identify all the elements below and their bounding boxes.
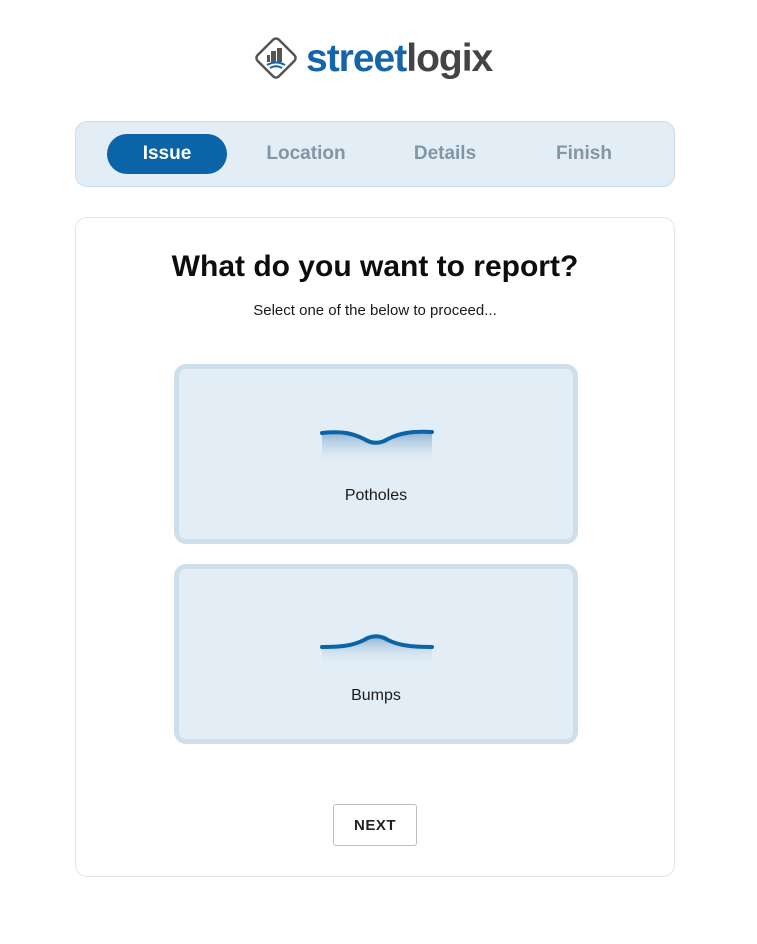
logo-wordmark: streetlogix <box>306 36 493 80</box>
step-finish[interactable]: Finish <box>524 134 644 174</box>
option-potholes[interactable]: Potholes <box>174 364 578 544</box>
logo-text-logix: logix <box>406 36 493 80</box>
bump-icon <box>320 634 434 665</box>
logo-mark-icon <box>255 37 297 79</box>
page: streetlogix Issue Location Details Finis… <box>0 0 757 944</box>
step-location[interactable]: Location <box>246 134 366 174</box>
step-details[interactable]: Details <box>385 134 505 174</box>
pothole-icon <box>320 429 434 465</box>
report-card: What do you want to report? Select one o… <box>75 217 675 877</box>
option-label-bumps: Bumps <box>351 687 401 704</box>
page-subtitle: Select one of the below to proceed... <box>253 302 497 319</box>
step-issue[interactable]: Issue <box>107 134 227 174</box>
logo-text-street: street <box>306 36 407 80</box>
page-title: What do you want to report? <box>171 250 579 283</box>
next-button[interactable]: NEXT <box>333 804 417 846</box>
progress-stepper: Issue Location Details Finish <box>75 121 675 187</box>
option-label-potholes: Potholes <box>344 487 408 504</box>
logo: streetlogix <box>252 34 493 82</box>
option-bumps[interactable]: Bumps <box>174 564 578 744</box>
